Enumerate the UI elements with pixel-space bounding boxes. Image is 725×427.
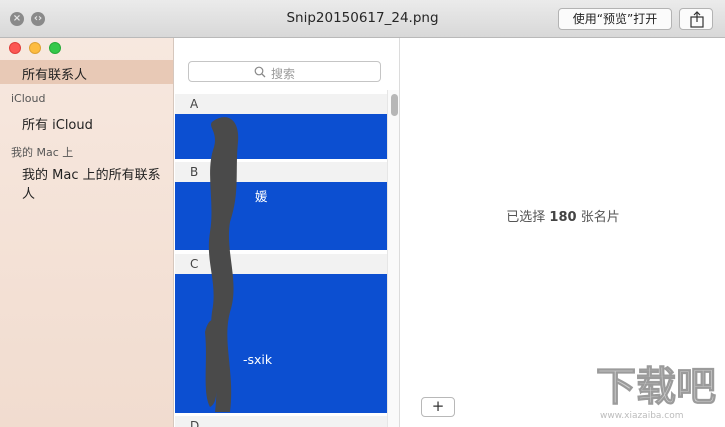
- share-button[interactable]: [679, 8, 713, 30]
- section-header: D: [175, 416, 387, 427]
- section-letter: A: [190, 97, 199, 111]
- sidebar-item-all-icloud[interactable]: 所有 iCloud: [22, 114, 93, 133]
- share-icon: [690, 11, 704, 28]
- redaction-scribble: [205, 117, 239, 413]
- sidebar-item-all-contacts-label[interactable]: 所有联系人: [22, 64, 87, 83]
- search-icon: [254, 66, 266, 78]
- section-letter: D: [190, 419, 200, 427]
- sidebar-header-on-my-mac: 我的 Mac 上: [11, 146, 74, 159]
- open-with-preview-button[interactable]: 使用“预览”打开: [558, 8, 672, 30]
- watermark-logo: 下载吧 www.xiazaiba.com: [596, 364, 717, 422]
- sidebar-header-icloud: iCloud: [11, 92, 46, 105]
- list-scrollbar[interactable]: [387, 90, 399, 427]
- contact-name: 媛: [255, 189, 268, 204]
- sidebar: 所有联系人 iCloud 所有 iCloud 我的 Mac 上 我的 Mac 上…: [0, 38, 174, 427]
- search-field[interactable]: 搜索: [188, 61, 381, 82]
- scroll-thumb[interactable]: [391, 94, 398, 116]
- detail-pane: 已选择 180 张名片 + 下载吧 www.xiazaiba.com: [401, 38, 725, 427]
- section-header: A: [175, 94, 387, 114]
- svg-text:下载吧: 下载吧: [596, 364, 716, 410]
- contact-list: 搜索 A B 媛 C -sxik D: [175, 38, 400, 427]
- section-letter: B: [190, 165, 199, 179]
- selection-count: 180: [549, 210, 577, 225]
- search-placeholder: 搜索: [271, 67, 296, 81]
- add-contact-button[interactable]: +: [421, 397, 455, 417]
- selection-prefix: 已选择: [506, 210, 546, 225]
- selection-summary: 已选择 180 张名片: [401, 206, 725, 225]
- section-letter: C: [190, 257, 199, 271]
- selection-suffix: 张名片: [580, 210, 620, 225]
- minimize-window-button[interactable]: [29, 42, 41, 54]
- zoom-window-button[interactable]: [49, 42, 61, 54]
- contacts-window: 所有联系人 iCloud 所有 iCloud 我的 Mac 上 我的 Mac 上…: [0, 38, 725, 427]
- svg-text:www.xiazaiba.com: www.xiazaiba.com: [600, 411, 684, 421]
- sidebar-item-all-on-mac[interactable]: 我的 Mac 上的所有联系人: [22, 164, 173, 202]
- quicklook-toolbar: × ‹› Snip20150617_24.png 使用“预览”打开: [0, 0, 725, 38]
- close-window-button[interactable]: [9, 42, 21, 54]
